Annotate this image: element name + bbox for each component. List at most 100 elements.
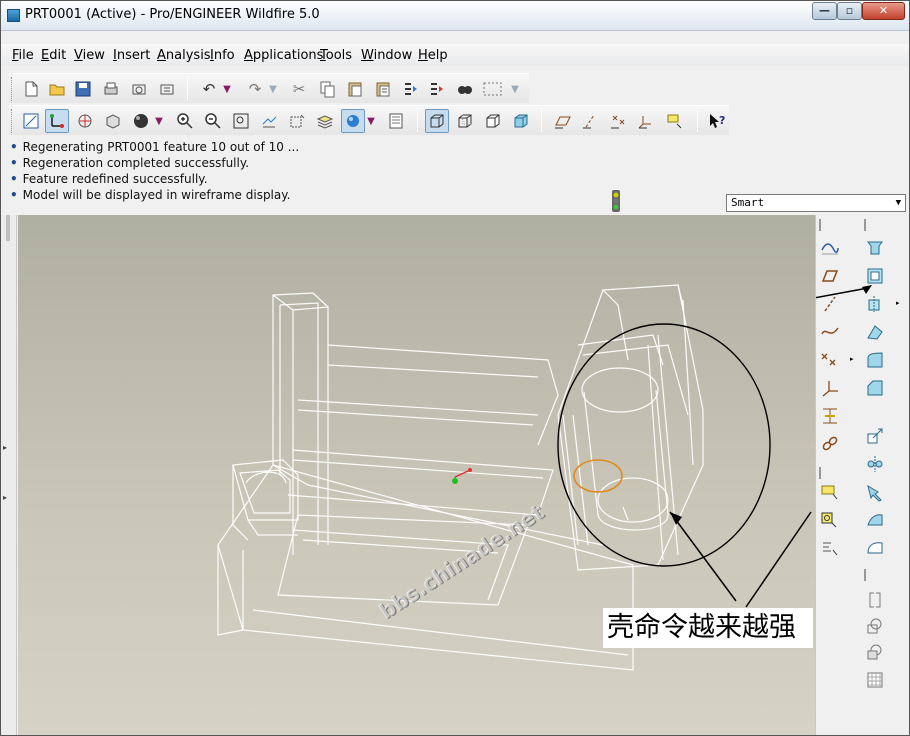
toolbar-grip[interactable]	[11, 109, 14, 133]
menu-tools[interactable]: Tools	[320, 48, 352, 63]
cut-feature-icon[interactable]	[864, 589, 886, 611]
menu-analysis[interactable]: Analysis	[157, 48, 211, 63]
new-file-icon[interactable]	[19, 77, 43, 101]
shell-tool-icon[interactable]	[864, 265, 886, 287]
graphics-window[interactable]: bbs.chinade.net	[18, 215, 815, 735]
datum-points-icon[interactable]	[607, 109, 631, 133]
toolbar-grip[interactable]	[11, 77, 14, 101]
menu-edit[interactable]: Edit	[41, 48, 66, 63]
flyout-arrow-icon[interactable]: ▸	[850, 355, 854, 363]
zoom-out-icon[interactable]	[201, 109, 225, 133]
surface-icon[interactable]	[864, 509, 886, 531]
redo-icon[interactable]: ↷	[243, 77, 267, 101]
sketch-curve-icon[interactable]	[819, 237, 841, 259]
copy-icon[interactable]	[315, 77, 339, 101]
undo-icon[interactable]: ↶	[197, 77, 221, 101]
view-manager-icon[interactable]	[341, 109, 365, 133]
hidden-line-icon[interactable]	[453, 109, 477, 133]
appearance-icon[interactable]	[101, 109, 125, 133]
chevron-down-icon: ▼	[895, 198, 901, 208]
close-button[interactable]: ✕	[862, 2, 905, 20]
symbol-icon[interactable]	[819, 509, 841, 531]
extrude-icon[interactable]	[864, 237, 886, 259]
send-mail-icon[interactable]	[127, 77, 151, 101]
annotation-arrow	[745, 511, 812, 608]
pattern-grid-icon[interactable]	[864, 669, 886, 691]
menu-insert[interactable]: Insert	[113, 48, 150, 63]
layers-icon[interactable]	[313, 109, 337, 133]
datum-display-icon[interactable]	[45, 109, 69, 133]
flyout-arrow-icon[interactable]: ▸	[896, 299, 900, 307]
note-icon[interactable]	[819, 481, 841, 503]
undo-dropdown-icon[interactable]: ▼	[221, 77, 233, 101]
selection-filter-dropdown[interactable]: Smart ▼	[726, 194, 906, 212]
minimize-button[interactable]: —	[812, 2, 837, 20]
menu-applications[interactable]: Applications	[244, 48, 323, 63]
message-line: Regenerating PRT0001 feature 10 out of 1…	[10, 140, 300, 154]
coordinate-system-tool-icon[interactable]	[819, 377, 841, 399]
revolve-icon[interactable]	[864, 293, 886, 315]
draft-icon[interactable]	[864, 425, 886, 447]
shading-icon[interactable]	[509, 109, 533, 133]
select-box-icon[interactable]	[481, 77, 505, 101]
strip-handle[interactable]	[6, 215, 10, 241]
save-icon[interactable]	[71, 77, 95, 101]
menu-file[interactable]: File	[12, 48, 34, 63]
datum-curve-tool-icon[interactable]	[819, 321, 841, 343]
print-icon[interactable]	[99, 77, 123, 101]
zoom-in-icon[interactable]	[173, 109, 197, 133]
regenerate-icon[interactable]	[399, 77, 423, 101]
expand-arrow-icon[interactable]: ▸	[3, 443, 7, 452]
color-sphere-icon[interactable]	[129, 109, 153, 133]
open-folder-icon[interactable]	[45, 77, 69, 101]
refit-icon[interactable]	[229, 109, 253, 133]
datum-axis-tool-icon[interactable]	[819, 293, 841, 315]
title-bar[interactable]: PRT0001 (Active) - Pro/ENGINEER Wildfire…	[1, 1, 909, 31]
menu-info[interactable]: Info	[210, 48, 235, 63]
mirror-icon[interactable]	[864, 453, 886, 475]
menu-view[interactable]: View	[74, 48, 105, 63]
annotation-display-icon[interactable]	[663, 109, 687, 133]
select-dropdown-icon[interactable]: ▼	[509, 77, 521, 101]
paste-special-icon[interactable]	[371, 77, 395, 101]
find-icon[interactable]	[453, 77, 477, 101]
boundary-blend-icon[interactable]	[864, 537, 886, 559]
spin-center-icon[interactable]	[73, 109, 97, 133]
chamfer-icon[interactable]	[864, 377, 886, 399]
expand-arrow-icon[interactable]: ▸	[3, 493, 7, 502]
blend-icon[interactable]	[864, 641, 886, 663]
appearance-dropdown-icon[interactable]: ▼	[153, 109, 165, 133]
chain-link-icon[interactable]	[819, 433, 841, 455]
round-icon[interactable]	[864, 349, 886, 371]
coordinate-systems-icon[interactable]	[635, 109, 659, 133]
redo-dropdown-icon[interactable]: ▼	[267, 77, 279, 101]
status-light-icon[interactable]	[609, 189, 623, 213]
warp-icon[interactable]	[864, 481, 886, 503]
sweep-icon[interactable]	[864, 321, 886, 343]
menu-help[interactable]: Help	[418, 48, 448, 63]
saved-views-icon[interactable]	[285, 109, 309, 133]
send-attachment-icon[interactable]	[155, 77, 179, 101]
model-tree-icon[interactable]	[385, 109, 409, 133]
highlighted-edge[interactable]	[573, 459, 623, 493]
cut-icon[interactable]: ✂	[287, 77, 311, 101]
regeneration-manager-icon[interactable]	[425, 77, 449, 101]
no-hidden-icon[interactable]	[481, 109, 505, 133]
datum-axes-icon[interactable]	[579, 109, 603, 133]
analysis-feature-icon[interactable]	[819, 405, 841, 427]
datum-plane-tool-icon[interactable]	[819, 265, 841, 287]
wireframe-display-icon[interactable]	[425, 109, 449, 133]
maximize-button[interactable]: ▫	[837, 2, 862, 20]
separator	[541, 110, 542, 132]
navigator-collapse-strip[interactable]: ▸ ▸	[1, 215, 17, 735]
paste-icon[interactable]	[343, 77, 367, 101]
view-dropdown-icon[interactable]: ▼	[365, 109, 377, 133]
sketch-view-icon[interactable]	[19, 109, 43, 133]
reorient-icon[interactable]	[257, 109, 281, 133]
menu-window[interactable]: Window	[361, 48, 412, 63]
protrusion-icon[interactable]	[864, 615, 886, 637]
datum-planes-icon[interactable]	[551, 109, 575, 133]
surface-finish-icon[interactable]	[819, 537, 841, 559]
datum-point-tool-icon[interactable]	[819, 349, 841, 371]
context-help-icon[interactable]: ?	[705, 109, 729, 133]
